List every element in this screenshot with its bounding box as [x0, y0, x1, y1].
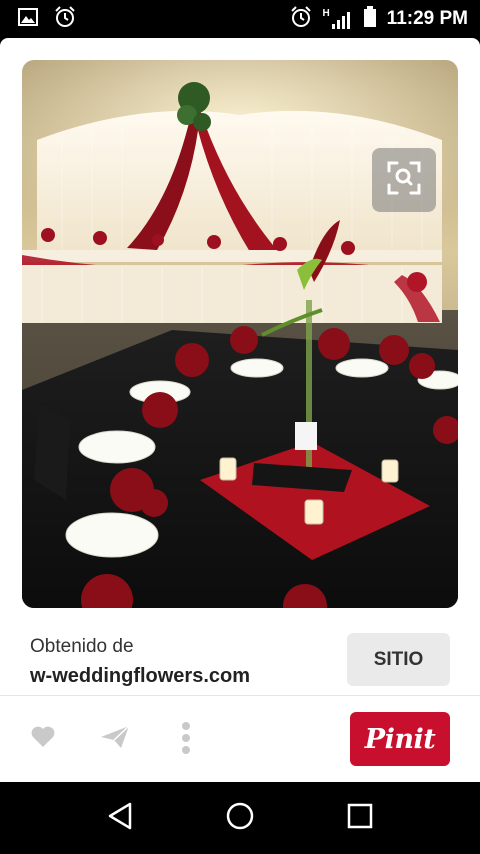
pin-image[interactable] [22, 60, 458, 608]
send-button[interactable] [98, 724, 132, 754]
pin-card: Obtenido de w-weddingflowers.com SITIO P… [0, 38, 480, 782]
visual-search-icon [386, 160, 422, 201]
gallery-icon [18, 7, 38, 31]
heart-icon [30, 725, 56, 754]
more-options-button[interactable] [174, 720, 198, 760]
navigation-bar [0, 782, 480, 854]
visual-search-button[interactable] [372, 148, 436, 212]
alarm-icon [290, 5, 312, 33]
battery-icon [363, 5, 377, 33]
recents-button[interactable] [342, 800, 378, 836]
status-bar: H 11:29 PM [0, 0, 480, 38]
home-button[interactable] [222, 800, 258, 836]
pin-it-button[interactable]: Pinit [350, 712, 450, 766]
visit-site-button[interactable]: SITIO [347, 633, 450, 686]
network-type-label: H [322, 8, 330, 19]
recents-icon [347, 803, 373, 834]
back-button[interactable] [102, 800, 138, 836]
home-icon [226, 802, 254, 835]
like-button[interactable] [28, 724, 58, 754]
more-vertical-icon [181, 721, 191, 760]
pin-actions: Pinit [0, 712, 480, 768]
phone-screen: H 11:29 PM Obtenido de w-weddingflowers.… [0, 0, 480, 854]
alarm-icon [54, 5, 76, 33]
send-icon [99, 724, 131, 755]
back-icon [107, 802, 133, 835]
source-label: Obtenido de [30, 636, 134, 657]
divider [0, 695, 480, 696]
source-domain-link[interactable]: w-weddingflowers.com [30, 665, 250, 688]
clock: 11:29 PM [386, 8, 468, 29]
signal-icon: H [322, 8, 352, 30]
